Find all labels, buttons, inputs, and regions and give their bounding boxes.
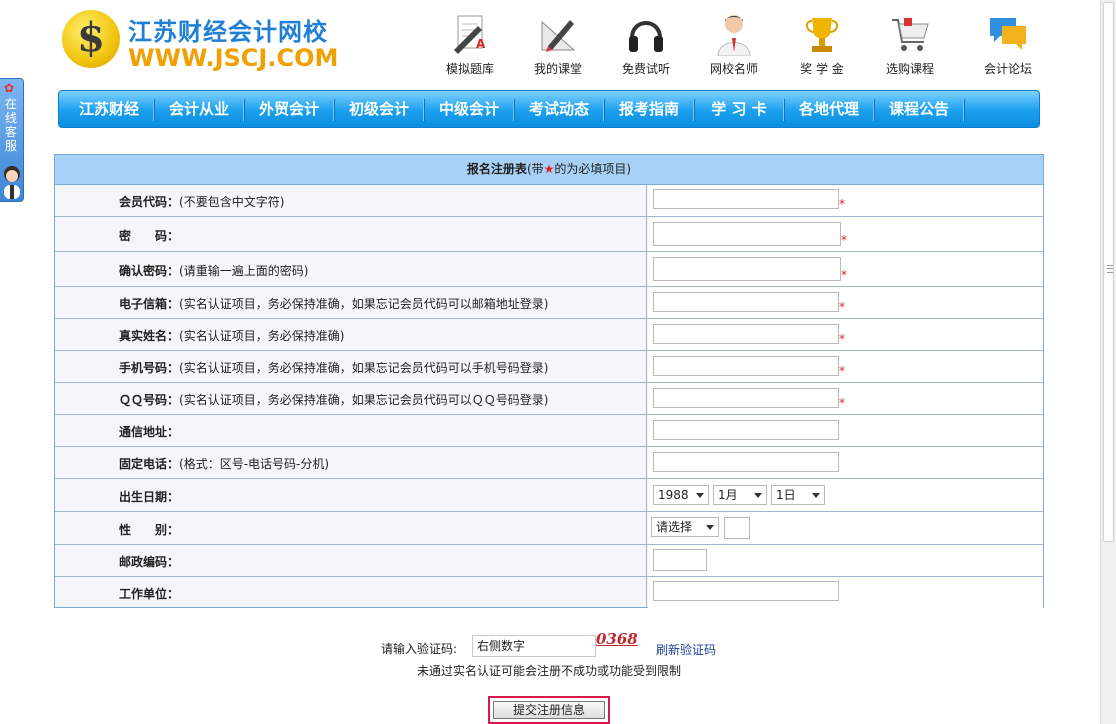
- member-code-input[interactable]: [653, 189, 839, 209]
- form-title: 报名注册表(带★的为必填项目): [55, 155, 1043, 185]
- gender-select[interactable]: 请选择: [651, 517, 719, 537]
- svg-text:A: A: [476, 37, 486, 51]
- nav-item-exam-news[interactable]: 考试动态: [515, 91, 603, 127]
- birth-year-select[interactable]: 1988: [653, 485, 709, 505]
- landline-input[interactable]: [653, 452, 839, 472]
- captcha-image: 0368: [596, 630, 638, 648]
- pen-ruler-icon: [541, 20, 576, 52]
- mobile-input[interactable]: [653, 356, 839, 376]
- nav-item-study-card[interactable]: 学 习 卡: [695, 91, 783, 127]
- nav-item-junior-accounting[interactable]: 初级会计: [335, 91, 423, 127]
- form-row-postcode: 邮政编码：: [55, 545, 1043, 577]
- form-row-member-code: 会员代码：(不要包含中文字符) *: [55, 185, 1043, 217]
- submit-highlight: 提交注册信息: [488, 696, 610, 724]
- required-star-icon: ★: [543, 162, 555, 176]
- flower-icon: ✿: [4, 81, 15, 95]
- teacher-icon: [717, 15, 751, 56]
- top-link-mock-exam[interactable]: A 模拟题库: [430, 8, 510, 76]
- registration-form: 报名注册表(带★的为必填项目) 会员代码：(不要包含中文字符) * 密 码： *…: [54, 154, 1044, 608]
- birth-day-select[interactable]: 1日: [771, 485, 825, 505]
- customer-service-agent-icon: [4, 166, 20, 199]
- nav-item-accounting-qualification[interactable]: 会计从业: [155, 91, 243, 127]
- form-row-gender: 性 别： 请选择: [55, 512, 1043, 545]
- address-input[interactable]: [653, 420, 839, 440]
- top-link-scholarship[interactable]: 奖 学 金: [782, 8, 862, 76]
- top-link-free-trial[interactable]: 免费试听: [606, 8, 686, 76]
- form-row-employer: 工作单位：: [55, 577, 1043, 608]
- nav-item-intermediate-accounting[interactable]: 中级会计: [425, 91, 513, 127]
- nav-item-jiangsu-finance[interactable]: 江苏财经: [65, 91, 153, 127]
- real-name-input[interactable]: [653, 324, 839, 344]
- form-row-email: 电子信箱：(实名认证项目，务必保持准确，如果忘记会员代码可以邮箱地址登录) *: [55, 287, 1043, 319]
- chat-bubble-icon: [990, 18, 1026, 50]
- form-row-landline: 固定电话：(格式：区号-电话号码-分机): [55, 447, 1043, 479]
- captcha-input[interactable]: 右侧数字: [472, 635, 596, 657]
- nav-item-regional-agents[interactable]: 各地代理: [785, 91, 873, 127]
- captcha-section: 请输入验证码: 右侧数字 0368 刷新验证码: [0, 630, 1100, 658]
- top-link-forum[interactable]: 会计论坛: [968, 8, 1048, 76]
- top-icon-links: A 模拟题库 我的课堂 免费试听 网校名师 奖 学 金 选购课程 会计论坛: [430, 8, 1050, 78]
- trophy-icon: [806, 18, 838, 52]
- captcha-label: 请输入验证码:: [381, 642, 458, 656]
- nav-item-exam-guide[interactable]: 报考指南: [605, 91, 693, 127]
- vertical-scrollbar[interactable]: [1100, 0, 1116, 724]
- form-row-qq: ＱＱ号码：(实名认证项目，务必保持准确，如果忘记会员代码可以ＱＱ号码登录) *: [55, 383, 1043, 415]
- scrollbar-thumb[interactable]: [1103, 2, 1114, 542]
- scrollbar-grip-icon: [1107, 265, 1113, 273]
- gender-extra-input[interactable]: [724, 517, 750, 539]
- employer-input[interactable]: [653, 581, 839, 601]
- chevron-down-icon: [706, 525, 714, 530]
- form-row-real-name: 真实姓名：(实名认证项目，务必保持准确) *: [55, 319, 1043, 351]
- logo-domain-text: WWW.JSCJ.COM: [128, 44, 339, 72]
- headphones-icon: [629, 21, 663, 52]
- chevron-down-icon: [754, 493, 762, 498]
- main-nav: 江苏财经 会计从业 外贸会计 初级会计 中级会计 考试动态 报考指南 学 习 卡…: [58, 90, 1040, 128]
- nav-item-course-notice[interactable]: 课程公告: [875, 91, 963, 127]
- exam-paper-icon: A: [454, 15, 486, 54]
- submit-registration-button[interactable]: 提交注册信息: [493, 701, 605, 719]
- online-service-widget[interactable]: ✿ 在线客服: [0, 78, 24, 202]
- shopping-cart-icon: [892, 18, 929, 51]
- form-row-confirm-password: 确认密码：(请重输一遍上面的密码) *: [55, 252, 1043, 287]
- online-service-label: 在线客服: [4, 97, 17, 153]
- chevron-down-icon: [812, 493, 820, 498]
- dollar-coin-icon: $: [62, 10, 120, 68]
- form-row-password: 密 码： *: [55, 217, 1043, 252]
- password-input[interactable]: [653, 222, 841, 246]
- verification-notice: 未通过实名认证可能会注册不成功或功能受到限制: [416, 664, 681, 678]
- top-link-my-class[interactable]: 我的课堂: [518, 8, 598, 76]
- postcode-input[interactable]: [653, 549, 707, 571]
- qq-input[interactable]: [653, 388, 839, 408]
- top-link-buy-course[interactable]: 选购课程: [870, 8, 950, 76]
- chevron-down-icon: [696, 493, 704, 498]
- top-link-teachers[interactable]: 网校名师: [694, 8, 774, 76]
- form-row-mobile: 手机号码：(实名认证项目，务必保持准确，如果忘记会员代码可以手机号码登录) *: [55, 351, 1043, 383]
- confirm-password-input[interactable]: [653, 257, 841, 281]
- email-input[interactable]: [653, 292, 839, 312]
- form-row-birth-date: 出生日期： 1988 1月 1日: [55, 479, 1043, 512]
- page: ✿ 在线客服 $ 江苏财经会计网校 WWW.JSCJ.COM A 模拟题库 我的…: [0, 0, 1100, 724]
- logo-chinese-text: 江苏财经会计网校: [128, 18, 328, 46]
- form-row-address: 通信地址：: [55, 415, 1043, 447]
- site-logo[interactable]: $ 江苏财经会计网校 WWW.JSCJ.COM: [62, 10, 342, 72]
- refresh-captcha-link[interactable]: 刷新验证码: [656, 641, 716, 658]
- nav-divider: [963, 99, 965, 121]
- birth-month-select[interactable]: 1月: [713, 485, 767, 505]
- nav-item-trade-accounting[interactable]: 外贸会计: [245, 91, 333, 127]
